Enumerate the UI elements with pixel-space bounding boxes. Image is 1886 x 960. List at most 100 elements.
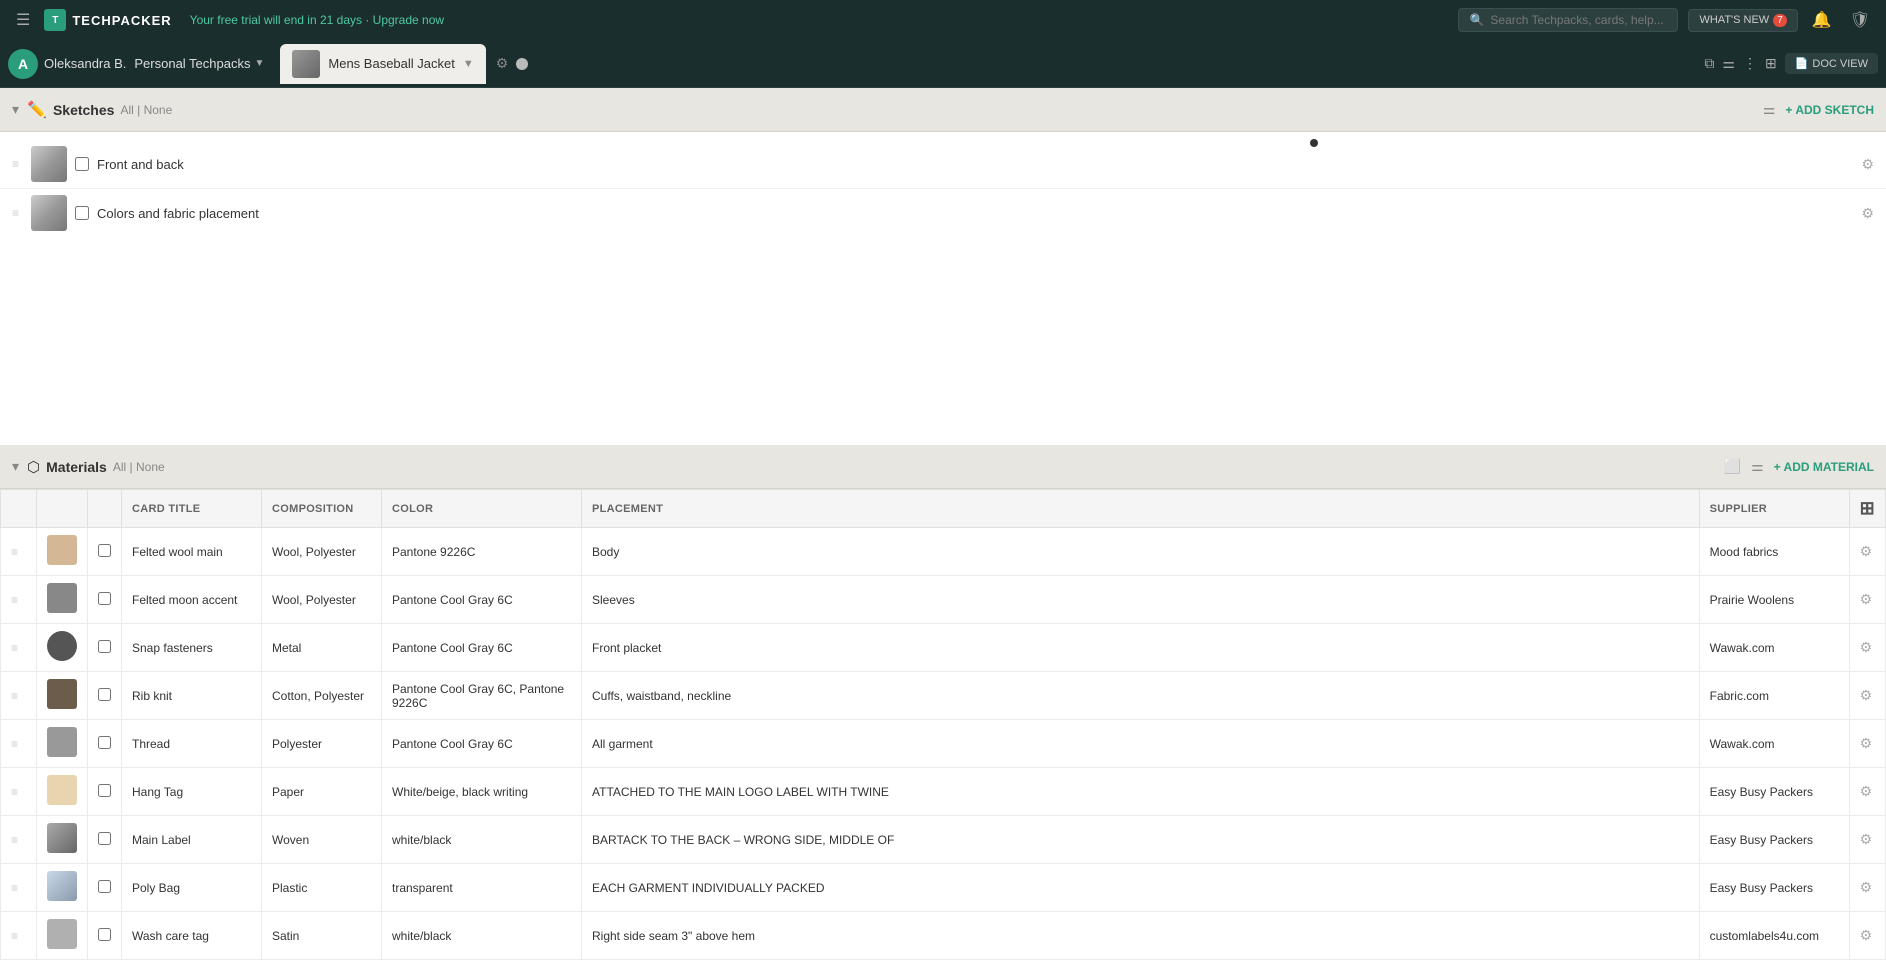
row-gear-cell[interactable]: ⚙ <box>1849 624 1885 672</box>
material-checkbox[interactable] <box>98 928 111 941</box>
techpack-selector[interactable]: Personal Techpacks ▼ <box>126 52 272 75</box>
drag-handle-icon[interactable]: ≡ <box>12 206 19 220</box>
row-drag-handle[interactable]: ≡ <box>1 864 37 912</box>
material-gear-icon[interactable]: ⚙ <box>1860 687 1873 703</box>
material-gear-icon[interactable]: ⚙ <box>1860 927 1873 943</box>
row-checkbox-cell[interactable] <box>88 864 122 912</box>
material-checkbox[interactable] <box>98 832 111 845</box>
row-drag-handle[interactable]: ≡ <box>1 816 37 864</box>
row-checkbox-cell[interactable] <box>88 816 122 864</box>
row-drag-handle[interactable]: ≡ <box>1 528 37 576</box>
global-search[interactable]: 🔍 Search Techpacks, cards, help... <box>1458 8 1678 32</box>
whats-new-button[interactable]: WHAT'S NEW 7 <box>1688 9 1797 32</box>
material-checkbox[interactable] <box>98 880 111 893</box>
sketch-checkbox-2[interactable] <box>75 206 89 220</box>
product-chevron-icon[interactable]: ▼ <box>463 58 474 70</box>
upgrade-link[interactable]: Upgrade now <box>373 13 444 27</box>
material-checkbox[interactable] <box>98 688 111 701</box>
material-row: ≡ Poly Bag Plastic transparent EACH GARM… <box>1 864 1886 912</box>
row-checkbox-cell[interactable] <box>88 720 122 768</box>
sketches-toggle-icon[interactable]: ▾ <box>12 101 19 118</box>
material-gear-icon[interactable]: ⚙ <box>1860 783 1873 799</box>
row-drag-handle[interactable]: ≡ <box>1 720 37 768</box>
material-checkbox[interactable] <box>98 784 111 797</box>
material-gear-icon[interactable]: ⚙ <box>1860 735 1873 751</box>
product-tab[interactable]: Mens Baseball Jacket ▼ <box>280 44 485 84</box>
row-drag-handle[interactable]: ≡ <box>1 576 37 624</box>
notification-icon[interactable]: 🔔 <box>1808 6 1836 34</box>
doc-view-button[interactable]: 📄 DOC VIEW <box>1785 53 1878 74</box>
row-checkbox-cell[interactable] <box>88 624 122 672</box>
material-color: Pantone 9226C <box>382 528 582 576</box>
row-thumbnail <box>37 528 88 576</box>
row-gear-cell[interactable]: ⚙ <box>1849 576 1885 624</box>
sketch-name-2: Colors and fabric placement <box>97 206 1853 221</box>
material-checkbox[interactable] <box>98 544 111 557</box>
materials-export-icon[interactable]: ⬜ <box>1724 458 1741 475</box>
row-checkbox-cell[interactable] <box>88 576 122 624</box>
sketches-section-icon: ✏️ <box>27 100 47 120</box>
gear-button[interactable]: ⚙ <box>496 55 509 72</box>
material-composition: Wool, Polyester <box>262 576 382 624</box>
copy-icon[interactable]: ⧉ <box>1704 55 1714 72</box>
row-drag-handle[interactable]: ≡ <box>1 912 37 960</box>
material-checkbox[interactable] <box>98 640 111 653</box>
sketch-row: ≡ Colors and fabric placement ⚙ <box>0 189 1886 237</box>
row-thumbnail <box>37 912 88 960</box>
shield-icon[interactable]: 🛡 <box>1846 6 1874 34</box>
hamburger-icon[interactable]: ☰ <box>12 6 34 34</box>
material-checkbox[interactable] <box>98 736 111 749</box>
row-gear-cell[interactable]: ⚙ <box>1849 720 1885 768</box>
material-gear-icon[interactable]: ⚙ <box>1860 831 1873 847</box>
materials-section-header: ▾ ⬡ Materials All | None ⬜ ⚌ + ADD MATER… <box>0 445 1886 489</box>
materials-filter-sort-icon[interactable]: ⚌ <box>1751 458 1764 475</box>
filter-icon[interactable]: ⚌ <box>1722 55 1735 72</box>
material-gear-icon[interactable]: ⚙ <box>1860 879 1873 895</box>
sketches-filter-sort-icon[interactable]: ⚌ <box>1763 101 1776 118</box>
material-supplier: Mood fabrics <box>1699 528 1849 576</box>
material-gear-icon[interactable]: ⚙ <box>1860 591 1873 607</box>
grid-icon[interactable]: ⊞ <box>1765 55 1777 72</box>
row-checkbox-cell[interactable] <box>88 912 122 960</box>
col-header-drag <box>1 490 37 528</box>
row-gear-cell[interactable]: ⚙ <box>1849 672 1885 720</box>
add-material-button[interactable]: + ADD MATERIAL <box>1774 460 1874 474</box>
sketches-filter-none[interactable]: None <box>144 103 173 117</box>
sketches-section-header: ▾ ✏️ Sketches All | None ⚌ + ADD SKETCH <box>0 88 1886 132</box>
sketch-gear-icon-1[interactable]: ⚙ <box>1861 156 1874 173</box>
material-gear-icon[interactable]: ⚙ <box>1860 543 1873 559</box>
material-row: ≡ Snap fasteners Metal Pantone Cool Gray… <box>1 624 1886 672</box>
material-composition: Polyester <box>262 720 382 768</box>
materials-filter-all[interactable]: All <box>113 460 126 474</box>
add-sketch-button[interactable]: + ADD SKETCH <box>1785 103 1874 117</box>
row-gear-cell[interactable]: ⚙ <box>1849 816 1885 864</box>
row-gear-cell[interactable]: ⚙ <box>1849 768 1885 816</box>
material-placement: Sleeves <box>582 576 1700 624</box>
material-checkbox[interactable] <box>98 592 111 605</box>
material-row: ≡ Hang Tag Paper White/beige, black writ… <box>1 768 1886 816</box>
material-name: Hang Tag <box>122 768 262 816</box>
brand-logo-area: T TECHPACKER <box>44 9 171 31</box>
material-gear-icon[interactable]: ⚙ <box>1860 639 1873 655</box>
material-placement: All garment <box>582 720 1700 768</box>
row-gear-cell[interactable]: ⚙ <box>1849 864 1885 912</box>
more-icon[interactable]: ⋮ <box>1743 55 1757 72</box>
row-drag-handle[interactable]: ≡ <box>1 672 37 720</box>
column-settings-icon[interactable]: ⊞ <box>1860 498 1875 518</box>
row-gear-cell[interactable]: ⚙ <box>1849 528 1885 576</box>
materials-toggle-icon[interactable]: ▾ <box>12 458 19 475</box>
row-drag-handle[interactable]: ≡ <box>1 768 37 816</box>
drag-handle-icon[interactable]: ≡ <box>12 157 19 171</box>
sketch-gear-icon-2[interactable]: ⚙ <box>1861 205 1874 222</box>
materials-filter-links: All | None <box>113 460 165 474</box>
row-checkbox-cell[interactable] <box>88 672 122 720</box>
row-gear-cell[interactable]: ⚙ <box>1849 912 1885 960</box>
materials-filter-none[interactable]: None <box>136 460 165 474</box>
sketch-checkbox-1[interactable] <box>75 157 89 171</box>
row-drag-handle[interactable]: ≡ <box>1 624 37 672</box>
row-checkbox-cell[interactable] <box>88 768 122 816</box>
sketches-filter-all[interactable]: All <box>120 103 133 117</box>
materials-table: CARD TITLE COMPOSITION COLOR PLACEMENT S… <box>0 489 1886 960</box>
material-supplier: Wawak.com <box>1699 624 1849 672</box>
row-checkbox-cell[interactable] <box>88 528 122 576</box>
